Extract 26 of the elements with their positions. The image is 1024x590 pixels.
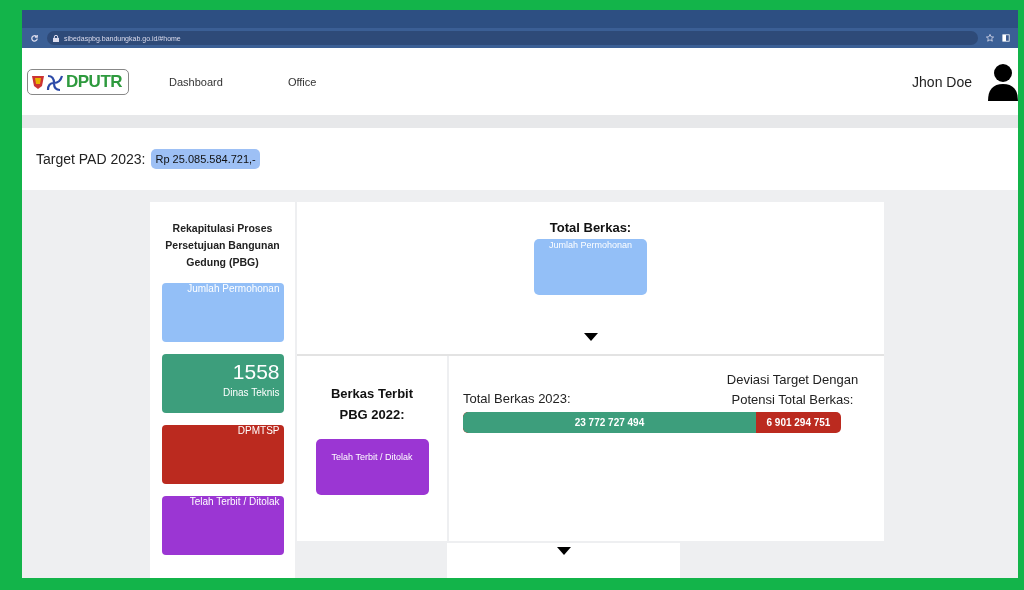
progress-label: Total Berkas 2023: — [463, 391, 571, 406]
stat-card: Jumlah Permohonan — [534, 239, 647, 295]
user-icon[interactable] — [988, 62, 1018, 101]
total-title: Total Berkas: — [549, 220, 632, 235]
target-label: Target PAD 2023: — [36, 151, 146, 167]
summary-title: Rekapitulasi Proses Persetujuan Bangunan Gedung (PBG) — [164, 221, 281, 270]
caret-icon[interactable] — [583, 333, 598, 341]
target-value: Rp 25.085.584.721,- — [151, 149, 260, 169]
caret-icon[interactable] — [556, 547, 571, 555]
nav-link[interactable]: Dashboard — [169, 75, 223, 88]
user-name: Jhon Doe — [912, 73, 972, 90]
progress-fill: 23 772 727 494 — [463, 412, 756, 433]
logo[interactable]: DPUTR — [27, 68, 130, 95]
stat-card: DPMTSP — [161, 425, 284, 484]
nav-link[interactable]: Office — [287, 75, 317, 88]
lock-icon — [53, 34, 59, 42]
issued-title: Berkas Terbit PBG 2022: — [329, 385, 415, 424]
sidebar-icon[interactable] — [1002, 34, 1010, 42]
star-icon[interactable] — [986, 34, 994, 42]
stat-card: Telah Terbit / Ditolak — [315, 439, 429, 495]
reload-icon[interactable] — [30, 33, 39, 43]
deviation-value: 6 901 294 751 — [765, 416, 832, 430]
stat-card: Jumlah Permohonan — [161, 283, 284, 342]
deviation-label: Deviasi Target Dengan Potensi Total Berkas: — [725, 371, 860, 409]
stat-card: 1558 Dinas Teknis — [161, 354, 284, 413]
stat-card: Telah Terbit / Ditolak — [161, 496, 284, 555]
